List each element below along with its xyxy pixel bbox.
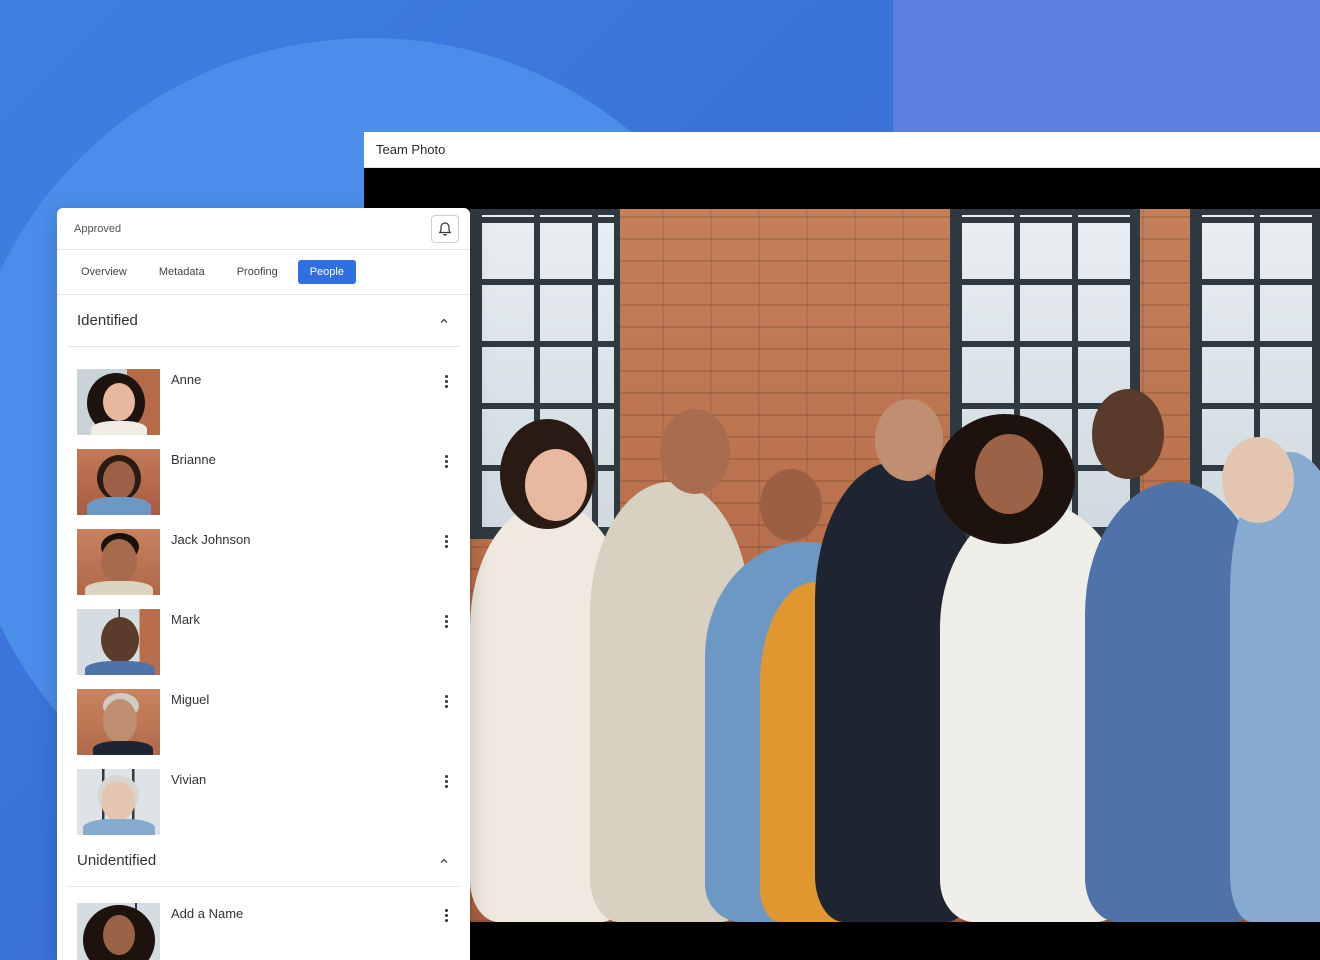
more-options-icon[interactable] bbox=[440, 775, 452, 788]
notifications-button[interactable] bbox=[431, 214, 459, 243]
chevron-up-icon[interactable] bbox=[438, 315, 450, 327]
more-options-icon[interactable] bbox=[440, 535, 452, 548]
person-face-2 bbox=[660, 409, 730, 494]
chevron-up-icon[interactable] bbox=[438, 855, 450, 867]
panel-tabs: Overview Metadata Proofing People bbox=[57, 250, 470, 295]
tab-proofing[interactable]: Proofing bbox=[225, 260, 290, 284]
viewer-titlebar: Team Photo bbox=[364, 132, 1320, 168]
unidentified-section-header[interactable]: Unidentified bbox=[67, 835, 460, 887]
people-panel: Approved Overview Metadata Proofing Peop… bbox=[57, 208, 470, 960]
background-panel bbox=[893, 0, 1320, 135]
person-face-5 bbox=[975, 434, 1043, 514]
person-name: Anne bbox=[171, 372, 202, 387]
avatar-thumbnail bbox=[77, 689, 160, 755]
more-options-icon[interactable] bbox=[440, 615, 452, 628]
person-face-3 bbox=[760, 469, 822, 541]
bell-icon bbox=[438, 221, 452, 236]
person-name: Miguel bbox=[171, 692, 210, 707]
list-item[interactable]: Vivian bbox=[57, 755, 470, 835]
team-photo[interactable] bbox=[470, 209, 1320, 922]
list-item[interactable]: Add a Name bbox=[57, 889, 470, 960]
tab-people[interactable]: People bbox=[297, 260, 356, 284]
list-item[interactable]: Mark bbox=[57, 595, 470, 675]
avatar-thumbnail bbox=[77, 609, 160, 675]
more-options-icon[interactable] bbox=[440, 455, 452, 468]
avatar-thumbnail bbox=[77, 449, 160, 515]
list-item[interactable]: Miguel bbox=[57, 675, 470, 755]
more-options-icon[interactable] bbox=[440, 909, 452, 922]
person-name: Mark bbox=[171, 612, 200, 627]
panel-header: Approved bbox=[57, 208, 470, 250]
person-face-7 bbox=[1222, 437, 1294, 523]
person-face-4 bbox=[875, 399, 943, 481]
identified-title: Identified bbox=[77, 312, 138, 329]
person-face-1 bbox=[525, 449, 587, 521]
more-options-icon[interactable] bbox=[440, 695, 452, 708]
avatar-thumbnail bbox=[77, 903, 160, 960]
person-name: Brianne bbox=[171, 452, 216, 467]
list-item[interactable]: Brianne bbox=[57, 435, 470, 515]
person-face-6 bbox=[1092, 389, 1164, 479]
add-name-link[interactable]: Add a Name bbox=[171, 906, 440, 921]
more-options-icon[interactable] bbox=[440, 375, 452, 388]
tab-metadata[interactable]: Metadata bbox=[147, 260, 217, 284]
identified-section-header[interactable]: Identified bbox=[67, 295, 460, 347]
person-name: Jack Johnson bbox=[171, 532, 251, 547]
approval-status: Approved bbox=[74, 222, 122, 235]
avatar-thumbnail bbox=[77, 529, 160, 595]
person-name: Vivian bbox=[171, 772, 207, 787]
photo-viewer-window: Team Photo bbox=[364, 132, 1320, 960]
avatar-thumbnail bbox=[77, 369, 160, 435]
unidentified-title: Unidentified bbox=[77, 852, 157, 869]
tab-overview[interactable]: Overview bbox=[69, 260, 139, 284]
list-item[interactable]: Jack Johnson bbox=[57, 515, 470, 595]
person-figure-7 bbox=[1230, 452, 1320, 922]
viewer-title: Team Photo bbox=[376, 142, 446, 157]
list-item[interactable]: Anne bbox=[57, 355, 470, 435]
avatar-thumbnail bbox=[77, 769, 160, 835]
